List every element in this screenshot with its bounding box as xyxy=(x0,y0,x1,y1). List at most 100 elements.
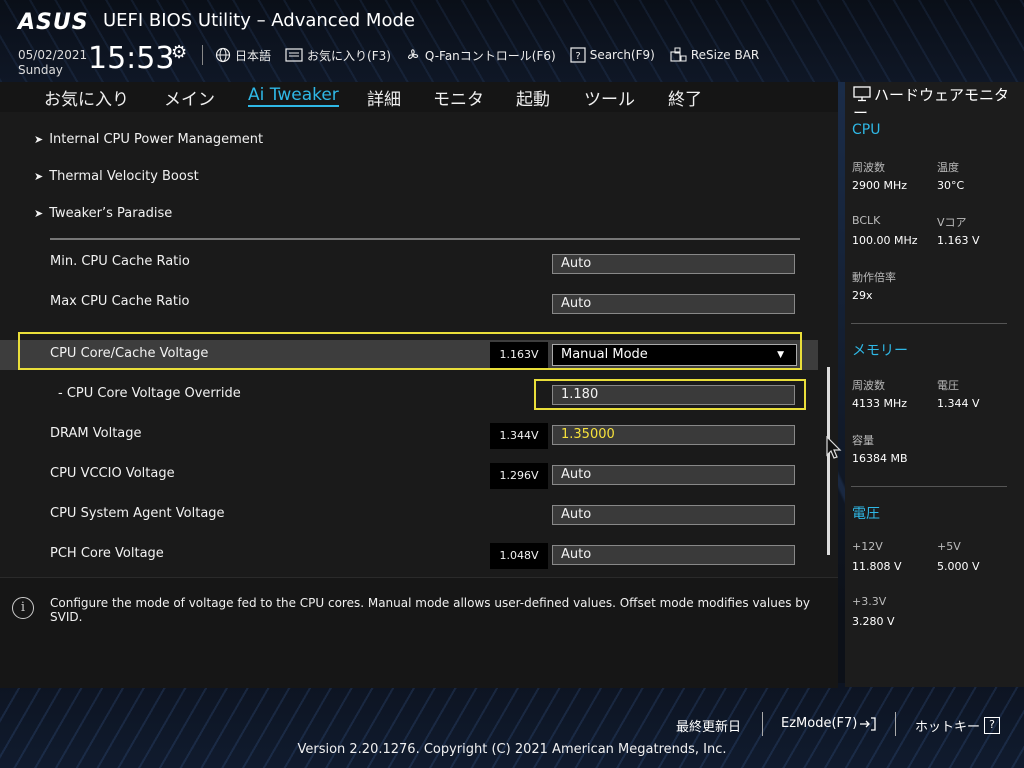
svg-text:?: ? xyxy=(575,51,580,62)
hw-section-cpu: CPU xyxy=(852,122,881,138)
hotkeys-button[interactable]: ホットキー ? xyxy=(915,716,1001,735)
main-panel: お気に入り メイン Ai Tweaker 詳細 モニタ 起動 ツール 終了 ➤ I… xyxy=(0,82,842,577)
voltage-reading: 1.296V xyxy=(490,463,548,489)
day: Sunday xyxy=(18,63,63,77)
mem-freq-label: 周波数 xyxy=(852,379,885,392)
mem-cap-label: 容量 xyxy=(852,434,874,447)
tab-advanced[interactable]: 詳細 xyxy=(367,85,401,110)
v33-label: +3.3V xyxy=(852,595,887,608)
setting-label: CPU System Agent Voltage xyxy=(50,506,225,521)
v5-value: 5.000 V xyxy=(937,560,980,573)
asus-logo: ASUS xyxy=(18,10,89,35)
submenu-tweakers-paradise[interactable]: ➤ Tweaker’s Paradise xyxy=(34,206,172,221)
mem-freq-value: 4133 MHz xyxy=(852,397,908,410)
highlight-box xyxy=(534,379,806,410)
voltage-reading: 1.344V xyxy=(490,423,548,449)
setting-label: Min. CPU Cache Ratio xyxy=(50,254,190,269)
hw-section-memory: メモリー xyxy=(852,343,908,359)
last-modified-button[interactable]: 最終更新日 xyxy=(676,716,741,735)
cpu-temp-label: 温度 xyxy=(937,161,959,174)
footer-divider xyxy=(762,712,763,736)
date-display: 05/02/2021 Sunday xyxy=(18,48,87,78)
resize-bar-icon xyxy=(670,47,687,62)
mouse-cursor-icon xyxy=(826,436,842,459)
section-divider xyxy=(50,238,800,240)
date: 05/02/2021 xyxy=(18,48,88,62)
fan-icon xyxy=(407,49,419,59)
exit-arrow-icon xyxy=(860,716,877,731)
hw-section-voltage: 電圧 xyxy=(852,506,880,522)
ratio-value: 29x xyxy=(852,289,873,302)
setting-label: - CPU Core Voltage Override xyxy=(58,386,241,401)
cpu-vccio-voltage-input[interactable]: Auto xyxy=(552,465,795,485)
page-title: UEFI BIOS Utility – Advanced Mode xyxy=(103,10,415,31)
v33-value: 3.280 V xyxy=(852,615,895,628)
setting-label: PCH Core Voltage xyxy=(50,546,164,561)
vcore-value: 1.163 V xyxy=(937,234,980,247)
mem-volt-value: 1.344 V xyxy=(937,397,980,410)
bclk-label: BCLK xyxy=(852,214,881,227)
min-cpu-cache-ratio-input[interactable]: Auto xyxy=(552,254,795,274)
arrow-right-icon: ➤ xyxy=(34,133,44,146)
tab-monitor[interactable]: モニタ xyxy=(433,85,484,110)
resize-bar-button[interactable]: ReSize BAR xyxy=(669,47,759,63)
v12-value: 11.808 V xyxy=(852,560,902,573)
setting-label: CPU VCCIO Voltage xyxy=(50,466,175,481)
favorites-button[interactable]: お気に入り(F3) xyxy=(285,47,391,64)
arrow-right-icon: ➤ xyxy=(34,170,44,183)
v5-label: +5V xyxy=(937,540,961,553)
hw-divider xyxy=(851,323,1007,324)
setting-label: Max CPU Cache Ratio xyxy=(50,294,190,309)
cpu-freq-label: 周波数 xyxy=(852,161,885,174)
help-panel: i Configure the mode of voltage fed to t… xyxy=(0,577,838,688)
scrollbar[interactable] xyxy=(827,367,830,555)
submenu-thermal-velocity-boost[interactable]: ➤ Thermal Velocity Boost xyxy=(34,169,199,184)
hw-monitor-title: ハードウェアモニター xyxy=(853,86,1010,122)
favorites-icon xyxy=(285,48,303,62)
bclk-value: 100.00 MHz xyxy=(852,234,918,247)
cpu-freq-value: 2900 MHz xyxy=(852,179,908,192)
v12-label: +12V xyxy=(852,540,883,553)
pch-core-voltage-input[interactable]: Auto xyxy=(552,545,795,565)
tab-favorites[interactable]: お気に入り xyxy=(44,85,129,110)
ratio-label: 動作倍率 xyxy=(852,271,896,284)
resize-bar-label: ReSize BAR xyxy=(690,48,760,62)
hardware-monitor-panel: ハードウェアモニター CPU 周波数 温度 2900 MHz 30°C BCLK… xyxy=(845,82,1024,687)
hw-divider xyxy=(851,486,1007,487)
search-button[interactable]: ? Search(F9) xyxy=(570,47,655,63)
qfan-button[interactable]: Q-Fanコントロール(F6) xyxy=(405,47,556,64)
qfan-label: Q-Fanコントロール(F6) xyxy=(424,48,556,63)
search-icon: ? xyxy=(570,47,586,63)
tab-ai-tweaker[interactable]: Ai Tweaker xyxy=(248,85,339,107)
clock: 15:53 xyxy=(88,41,175,76)
toolbar: 日本語 お気に入り(F3) Q-Fanコントロール(F6) ? Search(F… xyxy=(198,44,773,66)
ezmode-button[interactable]: EzMode(F7) xyxy=(781,716,877,731)
help-text: Configure the mode of voltage fed to the… xyxy=(50,596,811,624)
search-label: Search(F9) xyxy=(589,48,655,62)
tab-tool[interactable]: ツール xyxy=(584,85,635,110)
tab-boot[interactable]: 起動 xyxy=(516,85,550,110)
favorites-label: お気に入り(F3) xyxy=(307,48,391,63)
help-key-icon: ? xyxy=(984,717,1001,734)
info-icon: i xyxy=(12,597,34,619)
mem-volt-label: 電圧 xyxy=(937,379,959,392)
cpu-system-agent-voltage-input[interactable]: Auto xyxy=(552,505,795,525)
tab-exit[interactable]: 終了 xyxy=(668,85,702,110)
setting-label: DRAM Voltage xyxy=(50,426,142,441)
max-cpu-cache-ratio-input[interactable]: Auto xyxy=(552,294,795,314)
gear-icon[interactable]: ⚙ xyxy=(171,42,187,63)
toolbar-divider xyxy=(202,45,203,65)
tab-main[interactable]: メイン xyxy=(164,85,215,110)
copyright-text: Version 2.20.1276. Copyright (C) 2021 Am… xyxy=(297,742,727,757)
vcore-label: Vコア xyxy=(937,216,967,229)
dram-voltage-input[interactable]: 1.35000 xyxy=(552,425,795,445)
language-label: 日本語 xyxy=(235,48,272,63)
globe-icon xyxy=(215,47,231,63)
highlight-box xyxy=(18,332,802,370)
cpu-temp-value: 30°C xyxy=(937,179,965,192)
submenu-internal-cpu-power[interactable]: ➤ Internal CPU Power Management xyxy=(34,132,263,147)
mem-cap-value: 16384 MB xyxy=(852,452,908,465)
language-button[interactable]: 日本語 xyxy=(215,47,271,64)
arrow-right-icon: ➤ xyxy=(34,207,44,220)
voltage-reading: 1.048V xyxy=(490,543,548,569)
